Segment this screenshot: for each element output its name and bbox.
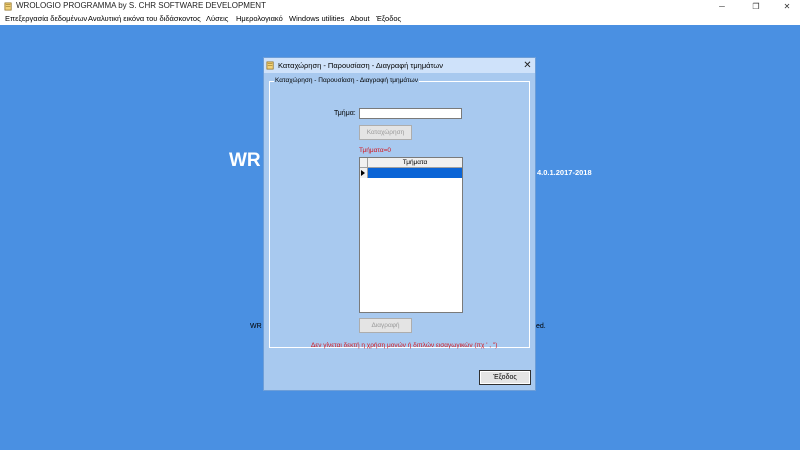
register-button[interactable]: Καταχώρηση — [359, 125, 412, 140]
menu-item-data-editing[interactable]: Επεξεργασία δεδομένων — [5, 14, 87, 23]
classes-count: Τμήματα=0 — [359, 147, 392, 154]
class-field-label: Τμήμα: — [334, 110, 356, 117]
minimize-button[interactable]: ─ — [707, 0, 737, 13]
window-title: WROLOGIO PROGRAMMA by S. CHR SOFTWARE DE… — [16, 1, 266, 10]
classes-dialog: Καταχώρηση - Παρουσίαση - Διαγραφή τμημά… — [263, 57, 536, 391]
grid-row-header[interactable] — [360, 168, 368, 178]
window-titlebar: WROLOGIO PROGRAMMA by S. CHR SOFTWARE DE… — [0, 0, 800, 13]
delete-button[interactable]: Διαγραφή — [359, 318, 412, 333]
background-footer-right: ed. — [536, 323, 546, 330]
grid-selected-cell[interactable] — [368, 168, 462, 178]
menu-item-solutions[interactable]: Λύσεις — [206, 14, 228, 23]
current-row-arrow-icon — [361, 170, 365, 176]
dialog-app-icon — [266, 61, 274, 70]
app-icon — [4, 2, 12, 11]
close-window-button[interactable]: ✕ — [772, 0, 800, 13]
class-input[interactable] — [359, 108, 462, 119]
menu-bar: Επεξεργασία δεδομένων Αναλυτική εικόνα τ… — [0, 13, 800, 25]
menu-item-about[interactable]: About — [350, 14, 370, 23]
classes-grid[interactable]: Τμήματα — [359, 157, 463, 313]
dialog-titlebar: Καταχώρηση - Παρουσίαση - Διαγραφή τμημά… — [264, 58, 535, 73]
grid-corner — [360, 158, 368, 168]
background-version: 4.0.1.2017-2018 — [537, 168, 592, 177]
menu-item-windows-utilities[interactable]: Windows utilities — [289, 14, 344, 23]
menu-item-teacher-view[interactable]: Αναλυτική εικόνα του διδάσκοντος — [88, 14, 201, 23]
background-title: WR — [229, 150, 261, 171]
dialog-title: Καταχώρηση - Παρουσίαση - Διαγραφή τμημά… — [278, 61, 443, 70]
classes-groupbox: Καταχώρηση - Παρουσίαση - Διαγραφή τμημά… — [269, 77, 530, 349]
grid-column-header[interactable]: Τμήματα — [368, 158, 462, 168]
quotes-warning: Δεν γίνεται δεκτή η χρήση μονών ή διπλών… — [311, 342, 498, 349]
dialog-close-button[interactable]: ✕ — [521, 59, 534, 72]
restore-button[interactable]: ❐ — [741, 0, 771, 13]
groupbox-title: Καταχώρηση - Παρουσίαση - Διαγραφή τμημά… — [274, 77, 419, 84]
menu-item-exit[interactable]: Έξοδος — [376, 14, 401, 23]
menu-item-calendar[interactable]: Ημερολογιακό — [236, 14, 283, 23]
exit-button[interactable]: Έξοδος — [479, 370, 531, 385]
background-footer-left: WR — [250, 323, 262, 330]
